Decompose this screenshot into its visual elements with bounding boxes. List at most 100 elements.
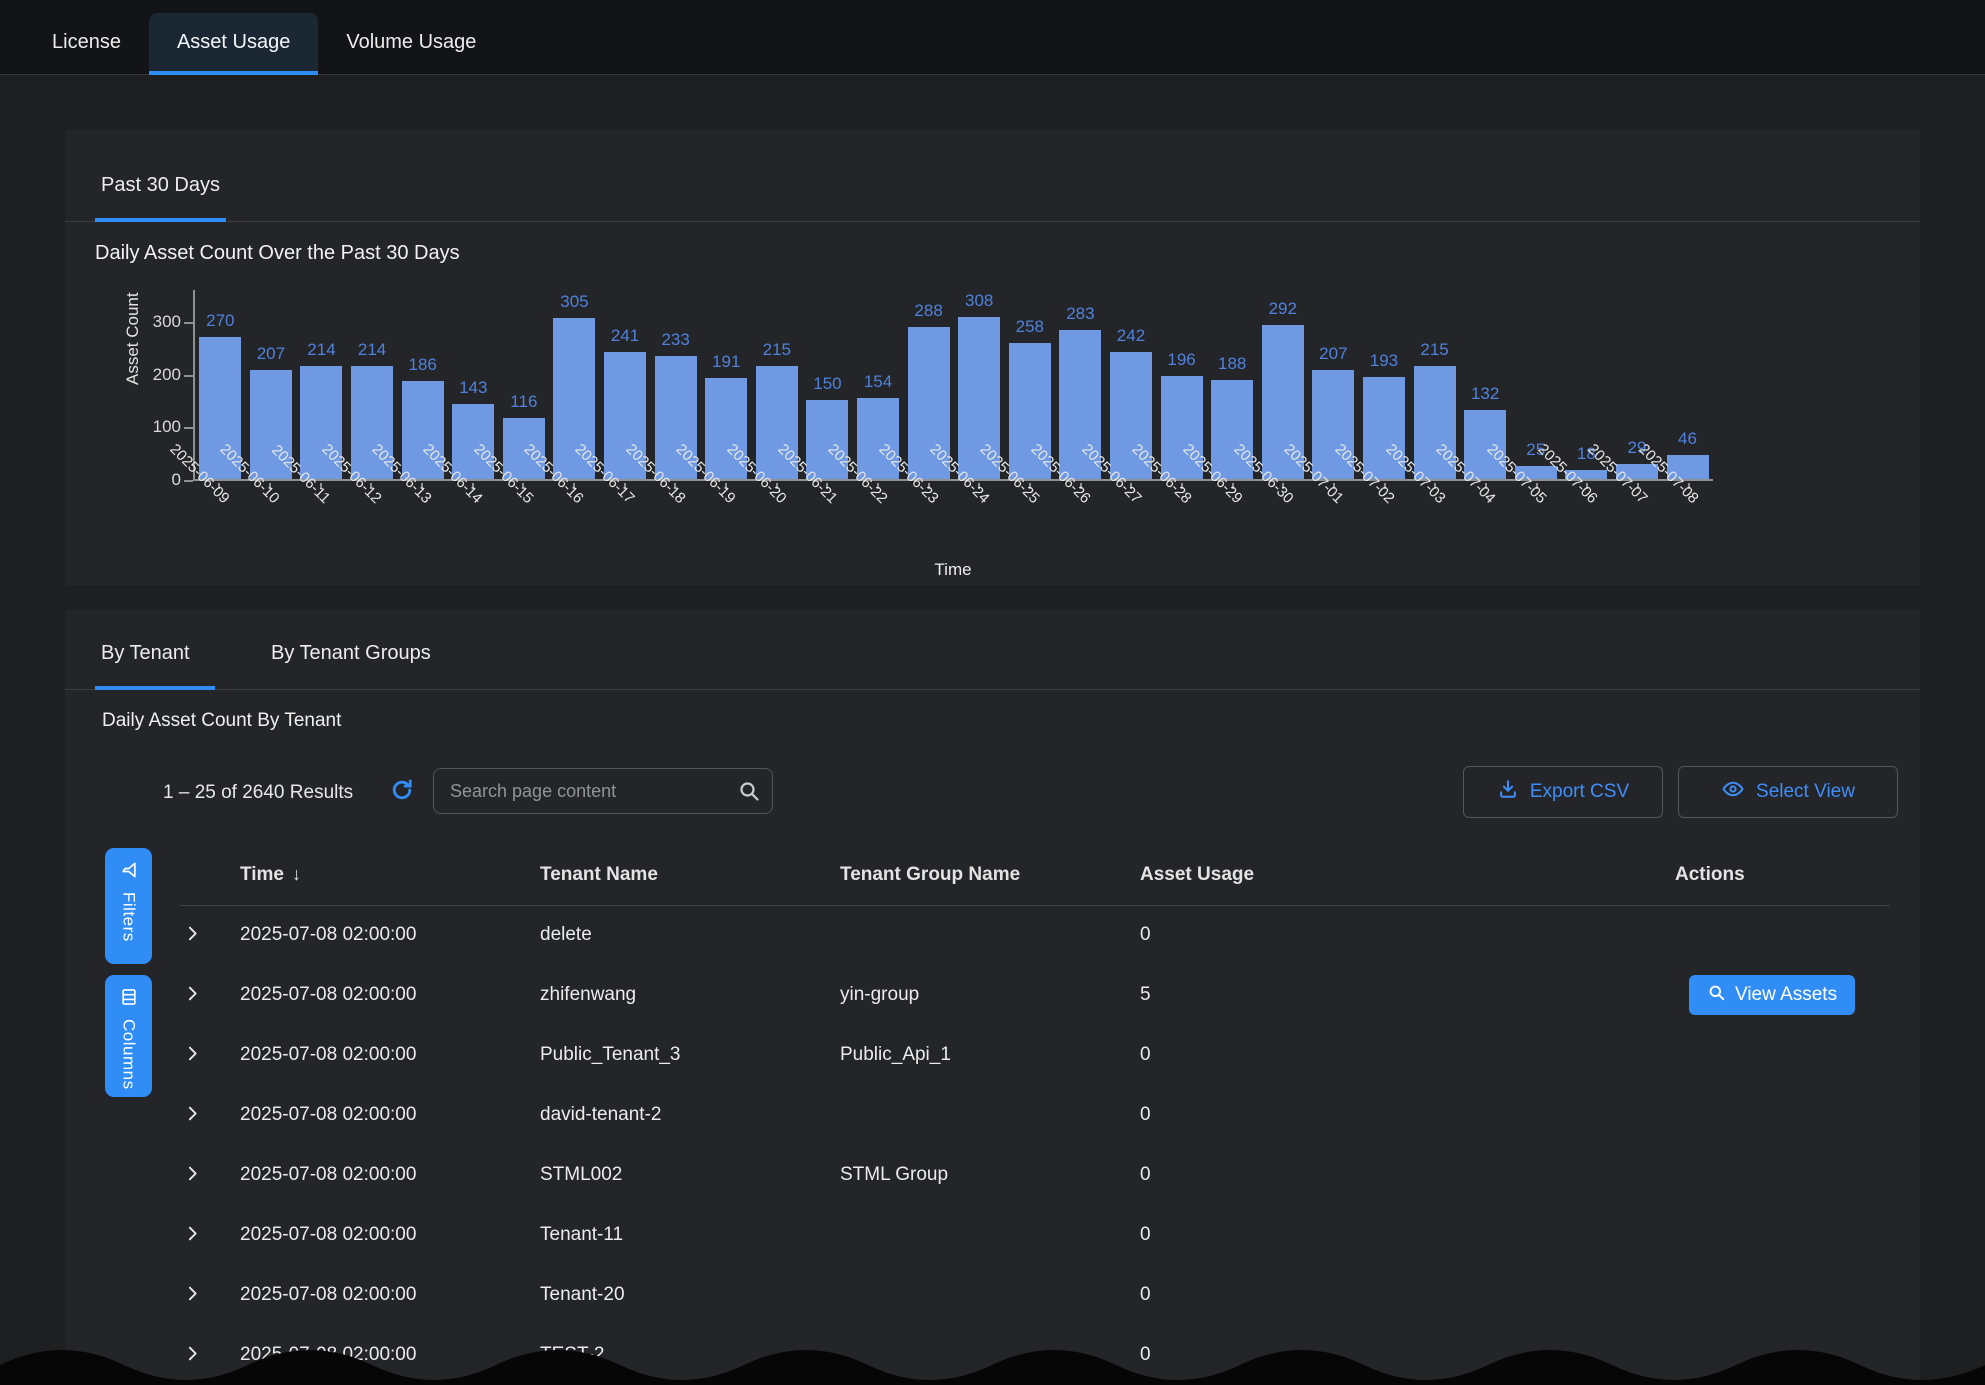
- row-asset-usage: 5: [1140, 965, 1675, 1025]
- bar-value-label: 283: [1066, 304, 1094, 324]
- refresh-icon: [389, 791, 415, 806]
- row-expand-button[interactable]: [180, 1101, 205, 1129]
- y-tick-mark: [184, 427, 193, 429]
- x-axis: 2025-06-092025-06-102025-06-112025-06-12…: [193, 483, 1713, 553]
- chart-title: Daily Asset Count Over the Past 30 Days: [95, 242, 460, 265]
- row-actions: [1675, 1025, 1890, 1085]
- row-expand-button[interactable]: [180, 1161, 205, 1189]
- view-assets-button[interactable]: View Assets: [1689, 975, 1855, 1015]
- bar-value-label: 150: [813, 374, 841, 394]
- column-header-asset-usage[interactable]: Asset Usage: [1140, 845, 1675, 905]
- bar-value-label: 288: [914, 301, 942, 321]
- row-tenant-group-name: STML Group: [840, 1145, 1140, 1205]
- column-header-tenant-group-name[interactable]: Tenant Group Name: [840, 845, 1140, 905]
- bar-value-label: 215: [763, 340, 791, 360]
- row-expand-button[interactable]: [180, 1221, 205, 1249]
- select-view-button[interactable]: Select View: [1678, 766, 1898, 818]
- search-box: [433, 768, 773, 814]
- chart-card-tabs: Past 30 Days: [65, 130, 1920, 222]
- export-csv-button[interactable]: Export CSV: [1463, 766, 1663, 818]
- bottom-wave-decoration: [0, 1343, 1985, 1385]
- bar-value-label: 258: [1016, 317, 1044, 337]
- bar-value-label: 308: [965, 291, 993, 311]
- row-actions: [1675, 1265, 1890, 1325]
- row-tenant-name: Tenant-20: [540, 1265, 840, 1325]
- eye-icon: [1721, 777, 1745, 807]
- top-tab-asset-usage[interactable]: Asset Usage: [149, 13, 318, 75]
- chevron-right-icon: [184, 1290, 201, 1305]
- table-row: 2025-07-08 02:00:00delete0: [180, 905, 1890, 965]
- bar-value-label: 132: [1471, 384, 1499, 404]
- column-header-actions[interactable]: Actions: [1675, 845, 1890, 905]
- y-tick-label: 200: [121, 365, 181, 385]
- row-time: 2025-07-08 02:00:00: [240, 1025, 540, 1085]
- top-tab-volume-usage[interactable]: Volume Usage: [318, 13, 504, 75]
- bar-value-label: 143: [459, 378, 487, 398]
- row-asset-usage: 0: [1140, 1085, 1675, 1145]
- column-header-tenant-name[interactable]: Tenant Name: [540, 845, 840, 905]
- row-actions: [1675, 1145, 1890, 1205]
- filters-label: Filters: [119, 892, 139, 942]
- row-time: 2025-07-08 02:00:00: [240, 965, 540, 1025]
- tab-past-30-days[interactable]: Past 30 Days: [95, 130, 226, 221]
- row-actions: [1675, 1205, 1890, 1265]
- bar-value-label: 233: [661, 330, 689, 350]
- chevron-right-icon: [184, 1050, 201, 1065]
- row-actions: [1675, 1085, 1890, 1145]
- y-tick-label: 300: [121, 312, 181, 332]
- select-view-label: Select View: [1756, 781, 1855, 803]
- bar-value-label: 207: [257, 344, 285, 364]
- row-tenant-name: STML002: [540, 1145, 840, 1205]
- table-row: 2025-07-08 02:00:00zhifenwangyin-group5V…: [180, 965, 1890, 1025]
- y-tick-mark: [184, 375, 193, 377]
- y-tick-mark: [184, 480, 193, 482]
- top-tab-bar: LicenseAsset UsageVolume Usage: [0, 0, 1985, 75]
- row-time: 2025-07-08 02:00:00: [240, 1205, 540, 1265]
- tenant-usage-table-wrap: Time↓Tenant NameTenant Group NameAsset U…: [180, 845, 1890, 1385]
- asset-usage-table-card: By Tenant By Tenant Groups Daily Asset C…: [65, 610, 1920, 1385]
- table-subtitle: Daily Asset Count By Tenant: [102, 710, 341, 732]
- bar-value-label: 242: [1117, 326, 1145, 346]
- bar-value-label: 305: [560, 292, 588, 312]
- filters-button[interactable]: Filters: [105, 848, 152, 964]
- table-row: 2025-07-08 02:00:00Tenant-11 0: [180, 1205, 1890, 1265]
- top-tab-license[interactable]: License: [24, 13, 149, 75]
- row-asset-usage: 0: [1140, 1025, 1675, 1085]
- row-time: 2025-07-08 02:00:00: [240, 905, 540, 965]
- bar-value-label: 188: [1218, 354, 1246, 374]
- bar-value-label: 196: [1167, 350, 1195, 370]
- top-tabs: LicenseAsset UsageVolume Usage: [0, 0, 1985, 75]
- refresh-button[interactable]: [387, 776, 417, 806]
- row-asset-usage: 0: [1140, 1205, 1675, 1265]
- row-expand-button[interactable]: [180, 921, 205, 949]
- row-expand-button[interactable]: [180, 1281, 205, 1309]
- view-assets-label: View Assets: [1735, 984, 1837, 1006]
- columns-button[interactable]: Columns: [105, 975, 152, 1097]
- export-csv-label: Export CSV: [1530, 781, 1629, 803]
- tab-by-tenant-groups[interactable]: By Tenant Groups: [265, 610, 437, 689]
- row-expand-button[interactable]: [180, 981, 205, 1009]
- bar-value-label: 46: [1678, 429, 1697, 449]
- bar-value-label: 215: [1420, 340, 1448, 360]
- bar-value-label: 116: [510, 392, 537, 412]
- row-tenant-group-name: [840, 1265, 1140, 1325]
- row-tenant-name: delete: [540, 905, 840, 965]
- table-row: 2025-07-08 02:00:00david-tenant-20: [180, 1085, 1890, 1145]
- row-expand-button[interactable]: [180, 1041, 205, 1069]
- search-input[interactable]: [433, 768, 773, 814]
- chevron-right-icon: [184, 1230, 201, 1245]
- column-header-time[interactable]: Time↓: [240, 845, 540, 905]
- row-tenant-name: zhifenwang: [540, 965, 840, 1025]
- row-tenant-group-name: [840, 1085, 1140, 1145]
- expander-column-header: [180, 845, 240, 905]
- page: LicenseAsset UsageVolume Usage Past 30 D…: [0, 0, 1985, 1385]
- bar-value-label: 292: [1269, 299, 1297, 319]
- results-count: 1 – 25 of 2640 Results: [163, 782, 353, 804]
- filter-icon: [119, 860, 139, 883]
- bar-value-label: 154: [864, 372, 892, 392]
- tab-by-tenant[interactable]: By Tenant: [95, 610, 215, 689]
- table-row: 2025-07-08 02:00:00STML002STML Group0: [180, 1145, 1890, 1205]
- table-header-row: Time↓Tenant NameTenant Group NameAsset U…: [180, 845, 1890, 905]
- row-tenant-name: Tenant-11: [540, 1205, 840, 1265]
- tenant-usage-table: Time↓Tenant NameTenant Group NameAsset U…: [180, 845, 1890, 1385]
